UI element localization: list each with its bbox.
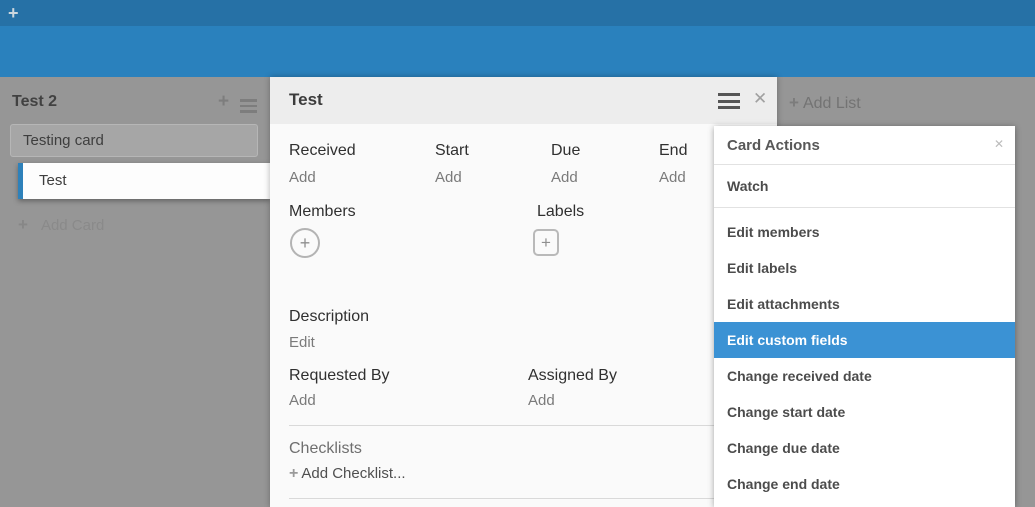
board-header-bar: [0, 26, 1035, 77]
menu-item-change-due-date[interactable]: Change due date: [714, 430, 1015, 466]
menu-item-change-start-date[interactable]: Change start date: [714, 394, 1015, 430]
plus-icon: +: [18, 215, 28, 234]
card-testing-card[interactable]: Testing card: [10, 124, 258, 157]
menu-item-watch[interactable]: Watch: [714, 165, 1015, 208]
due-label: Due: [551, 142, 580, 159]
menu-title: Card Actions: [727, 137, 820, 154]
add-icon[interactable]: +: [8, 1, 19, 25]
description-edit-link[interactable]: Edit: [289, 334, 315, 351]
end-label: End: [659, 142, 687, 159]
add-label-button[interactable]: +: [533, 229, 559, 256]
add-card-button[interactable]: + Add Card: [18, 215, 104, 235]
list-add-icon[interactable]: +: [218, 91, 229, 113]
menu-item-edit-members[interactable]: Edit members: [714, 214, 1015, 250]
menu-item-edit-custom-fields[interactable]: Edit custom fields: [714, 322, 1015, 358]
card-actions-menu: Card Actions ✕ Watch Edit members Edit l…: [714, 126, 1015, 507]
add-member-button[interactable]: +: [290, 228, 320, 258]
received-field: Received Add: [289, 142, 356, 186]
divider: [289, 498, 769, 499]
plus-icon: +: [289, 465, 298, 482]
list-menu-icon[interactable]: [240, 99, 257, 116]
plus-icon: +: [300, 233, 311, 254]
menu-item-group: Edit members Edit labels Edit attachment…: [714, 208, 1015, 502]
modal-body: Received Add Start Add Due Add End Add M…: [270, 124, 777, 507]
add-checklist-button[interactable]: +Add Checklist...: [289, 465, 406, 483]
app-screen: + Test 2 + Testing card Test + Add Card +…: [0, 0, 1035, 507]
card-title: Testing card: [23, 132, 104, 149]
card-test[interactable]: Test: [18, 163, 270, 199]
requested-by-label: Requested By: [289, 367, 390, 385]
divider: [289, 425, 769, 426]
checklists-label: Checklists: [289, 440, 362, 458]
assigned-by-add-link[interactable]: Add: [528, 392, 555, 409]
start-field: Start Add: [435, 142, 469, 186]
card-title: Test: [39, 172, 67, 189]
start-add-link[interactable]: Add: [435, 169, 469, 186]
assigned-by-label: Assigned By: [528, 367, 617, 385]
card-detail-modal: Test ✕ Received Add Start Add Due Add En…: [270, 77, 777, 507]
add-list-button[interactable]: +Add List: [789, 93, 861, 113]
due-field: Due Add: [551, 142, 580, 186]
menu-item-edit-attachments[interactable]: Edit attachments: [714, 286, 1015, 322]
top-navbar: +: [0, 0, 1035, 26]
due-add-link[interactable]: Add: [551, 169, 580, 186]
card-actions-menu-icon[interactable]: [718, 93, 740, 113]
description-label: Description: [289, 308, 369, 326]
received-add-link[interactable]: Add: [289, 169, 356, 186]
card-modal-title: Test: [289, 90, 323, 110]
menu-item-change-end-date[interactable]: Change end date: [714, 466, 1015, 502]
start-label: Start: [435, 142, 469, 159]
requested-by-add-link[interactable]: Add: [289, 392, 316, 409]
menu-item-change-received-date[interactable]: Change received date: [714, 358, 1015, 394]
add-checklist-label: Add Checklist...: [301, 465, 405, 482]
plus-icon: +: [789, 93, 799, 112]
modal-header: Test ✕: [270, 77, 777, 124]
add-card-label: Add Card: [41, 217, 104, 234]
add-list-label: Add List: [803, 95, 861, 112]
plus-icon: +: [541, 233, 551, 253]
list-title: Test 2: [12, 93, 57, 111]
menu-header: Card Actions ✕: [714, 126, 1015, 165]
end-add-link[interactable]: Add: [659, 169, 687, 186]
received-label: Received: [289, 142, 356, 159]
end-field: End Add: [659, 142, 687, 186]
labels-label: Labels: [537, 203, 584, 221]
close-icon[interactable]: ✕: [994, 137, 1004, 151]
menu-item-edit-labels[interactable]: Edit labels: [714, 250, 1015, 286]
close-icon[interactable]: ✕: [753, 89, 767, 109]
members-label: Members: [289, 203, 356, 221]
